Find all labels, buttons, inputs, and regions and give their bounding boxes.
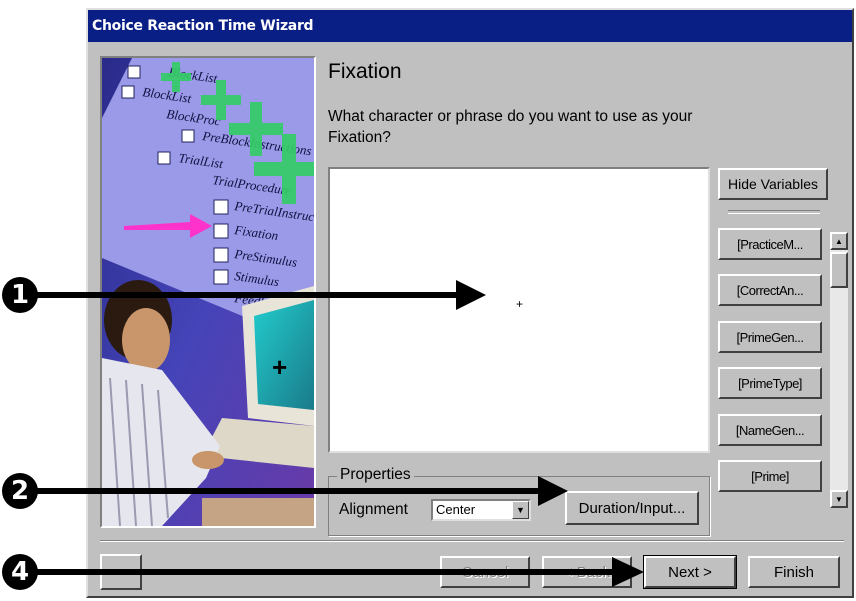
arrow-4-shaft xyxy=(34,569,618,575)
annotation-marker-2: 2 xyxy=(2,473,38,509)
arrow-1-shaft xyxy=(34,292,464,298)
arrow-1-head xyxy=(456,280,486,310)
annotation-arrows xyxy=(34,280,644,587)
annotation-marker-4: 4 xyxy=(2,554,38,590)
arrow-4-head xyxy=(612,557,644,587)
arrow-2-shaft xyxy=(34,488,544,494)
arrow-2-head xyxy=(538,476,568,506)
annotation-marker-1: 1 xyxy=(2,277,38,313)
